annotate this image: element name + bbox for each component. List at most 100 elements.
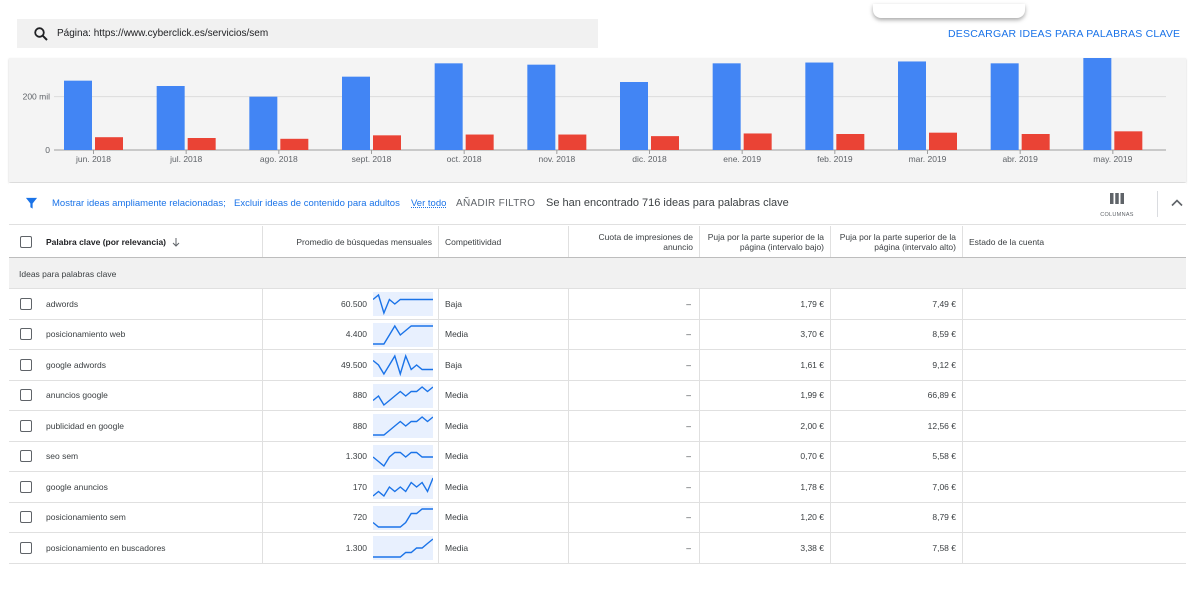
table-row[interactable]: posicionamiento sem 720 Media – 1,20 € 8,79 € bbox=[9, 502, 1186, 533]
bar-red[interactable] bbox=[929, 132, 957, 150]
trend-sparkline[interactable] bbox=[373, 353, 433, 377]
bar-red[interactable] bbox=[1021, 134, 1050, 150]
table-body: adwords 60.500 Baja – 1,79 € 7,49 € posicionam… bbox=[9, 289, 1186, 564]
bid-high-value: 8,59 € bbox=[932, 329, 956, 340]
trend-sparkline[interactable] bbox=[373, 536, 433, 560]
sparkline-background bbox=[373, 383, 433, 408]
header-avg-searches[interactable]: Promedio de búsquedas mensuales bbox=[262, 226, 438, 257]
bid-low-cell: 2,00 € bbox=[699, 411, 830, 441]
download-ideas-button[interactable]: DESCARGAR IDEAS PARA PALABRAS CLAVE bbox=[948, 28, 1180, 40]
table-row[interactable]: posicionamiento en buscadores 1.300 Media –… bbox=[9, 533, 1186, 564]
filter-broad-ideas[interactable]: Mostrar ideas ampliamente relacionadas; bbox=[52, 198, 226, 209]
trend-sparkline[interactable] bbox=[373, 505, 433, 530]
header-avg-searches-label: Promedio de búsquedas mensuales bbox=[296, 236, 432, 247]
row-checkbox[interactable] bbox=[20, 297, 32, 310]
bid-low-value: 1,99 € bbox=[800, 390, 824, 401]
header-bid-low[interactable]: Puja por la parte superior de la página … bbox=[699, 226, 830, 257]
bar-blue[interactable] bbox=[620, 82, 648, 150]
searches-cell: 880 bbox=[262, 380, 372, 410]
header-competition-label: Competitividad bbox=[445, 236, 502, 247]
competition-cell: Media bbox=[438, 380, 568, 410]
bar-blue[interactable] bbox=[342, 76, 370, 150]
trend-sparkline[interactable] bbox=[373, 414, 433, 438]
competition-value: Media bbox=[445, 451, 469, 462]
keyword-cell: seo sem bbox=[46, 442, 261, 472]
competition-cell: Media bbox=[438, 441, 568, 471]
bid-high-cell: 7,49 € bbox=[830, 289, 962, 319]
impression-share-value: – bbox=[686, 542, 691, 553]
bar-blue[interactable] bbox=[249, 96, 278, 150]
bid-low-value: 0,70 € bbox=[800, 451, 824, 462]
bar-blue[interactable] bbox=[434, 63, 463, 151]
keyword-text: anuncios google bbox=[46, 390, 108, 401]
filter-icon[interactable] bbox=[25, 197, 38, 210]
bar-blue[interactable] bbox=[898, 61, 926, 150]
bar-red[interactable] bbox=[373, 135, 401, 150]
x-tick-label: may. 2019 bbox=[1093, 154, 1132, 164]
row-checkbox[interactable] bbox=[20, 328, 32, 341]
keyword-cell: publicidad en google bbox=[46, 411, 261, 441]
bar-red[interactable] bbox=[836, 134, 865, 150]
search-text: Página: https://www.cyberclick.es/servic… bbox=[57, 28, 269, 39]
x-tick-label: sept. 2018 bbox=[352, 154, 392, 164]
bar-blue[interactable] bbox=[1083, 58, 1112, 150]
bar-blue[interactable] bbox=[712, 63, 741, 151]
bar-red[interactable] bbox=[187, 138, 216, 150]
trend-sparkline[interactable] bbox=[373, 322, 433, 347]
y-tick-label: 200 mil bbox=[23, 92, 51, 102]
trend-sparkline[interactable] bbox=[373, 444, 433, 469]
page-url-search-box[interactable]: Página: https://www.cyberclick.es/servic… bbox=[17, 19, 598, 48]
keyword-cell: anuncios google bbox=[46, 381, 261, 411]
header-keyword[interactable]: Palabra clave (por relevancia) bbox=[46, 226, 261, 257]
row-checkbox[interactable] bbox=[20, 419, 32, 432]
x-tick-label: jul. 2018 bbox=[169, 154, 202, 164]
table-row[interactable]: seo sem 1.300 Media – 0,70 € 5,58 € bbox=[9, 441, 1186, 472]
trend-sparkline[interactable] bbox=[373, 475, 433, 499]
bar-red[interactable] bbox=[280, 138, 309, 150]
add-filter-button[interactable]: AÑADIR FILTRO bbox=[456, 198, 535, 209]
bid-high-cell: 9,12 € bbox=[830, 350, 962, 380]
bar-red[interactable] bbox=[558, 134, 587, 150]
row-checkbox[interactable] bbox=[20, 480, 32, 493]
table-row[interactable]: anuncios google 880 Media – 1,99 € 66,89 € bbox=[9, 380, 1186, 411]
bar-blue[interactable] bbox=[527, 64, 556, 150]
x-tick-label: abr. 2019 bbox=[1002, 154, 1038, 164]
bar-red[interactable] bbox=[95, 137, 123, 150]
row-checkbox[interactable] bbox=[20, 511, 32, 524]
table-row[interactable]: google adwords 49.500 Baja – 1,61 € 9,12 € bbox=[9, 350, 1186, 381]
bid-high-value: 12,56 € bbox=[927, 420, 956, 431]
bar-red[interactable] bbox=[743, 133, 772, 150]
bid-low-value: 1,79 € bbox=[800, 298, 824, 309]
searches-cell: 1.300 bbox=[262, 533, 372, 563]
header-account-status[interactable]: Estado de la cuenta bbox=[962, 226, 1186, 257]
filter-exclude-adult[interactable]: Excluir ideas de contenido para adultos bbox=[234, 198, 400, 209]
bar-blue[interactable] bbox=[156, 86, 185, 150]
row-checkbox[interactable] bbox=[20, 358, 32, 371]
bar-blue[interactable] bbox=[64, 80, 92, 150]
competition-value: Baja bbox=[445, 298, 463, 309]
competition-value: Media bbox=[445, 481, 469, 492]
select-all-checkbox[interactable] bbox=[20, 235, 32, 248]
table-row[interactable]: posicionamiento web 4.400 Media – 3,70 € 8,59… bbox=[9, 319, 1186, 350]
see-all-filters-link[interactable]: Ver todo bbox=[411, 198, 446, 209]
table-row[interactable]: google anuncios 170 Media – 1,78 € 7,06 € bbox=[9, 472, 1186, 503]
x-tick-label: ene. 2019 bbox=[723, 154, 761, 164]
bar-blue[interactable] bbox=[990, 63, 1019, 151]
bar-red[interactable] bbox=[465, 134, 494, 150]
table-row[interactable]: adwords 60.500 Baja – 1,79 € 7,49 € bbox=[9, 289, 1186, 320]
header-impression-share[interactable]: Cuota de impresiones de anuncio bbox=[568, 226, 699, 257]
row-checkbox[interactable] bbox=[20, 450, 32, 463]
bar-red[interactable] bbox=[651, 136, 679, 150]
bar-red[interactable] bbox=[1114, 131, 1143, 150]
trend-sparkline[interactable] bbox=[373, 292, 433, 316]
columns-button[interactable]: COLUMNAS bbox=[1099, 191, 1135, 219]
trend-sparkline[interactable] bbox=[373, 383, 433, 408]
bid-high-value: 9,12 € bbox=[932, 359, 956, 370]
table-row[interactable]: publicidad en google 880 Media – 2,00 € 12,56… bbox=[9, 411, 1186, 442]
chevron-up-icon[interactable] bbox=[1169, 195, 1185, 211]
header-bid-high[interactable]: Puja por la parte superior de la página … bbox=[830, 226, 962, 257]
row-checkbox[interactable] bbox=[20, 541, 32, 554]
bar-blue[interactable] bbox=[805, 62, 834, 150]
header-competition[interactable]: Competitividad bbox=[438, 226, 568, 257]
row-checkbox[interactable] bbox=[20, 389, 32, 402]
